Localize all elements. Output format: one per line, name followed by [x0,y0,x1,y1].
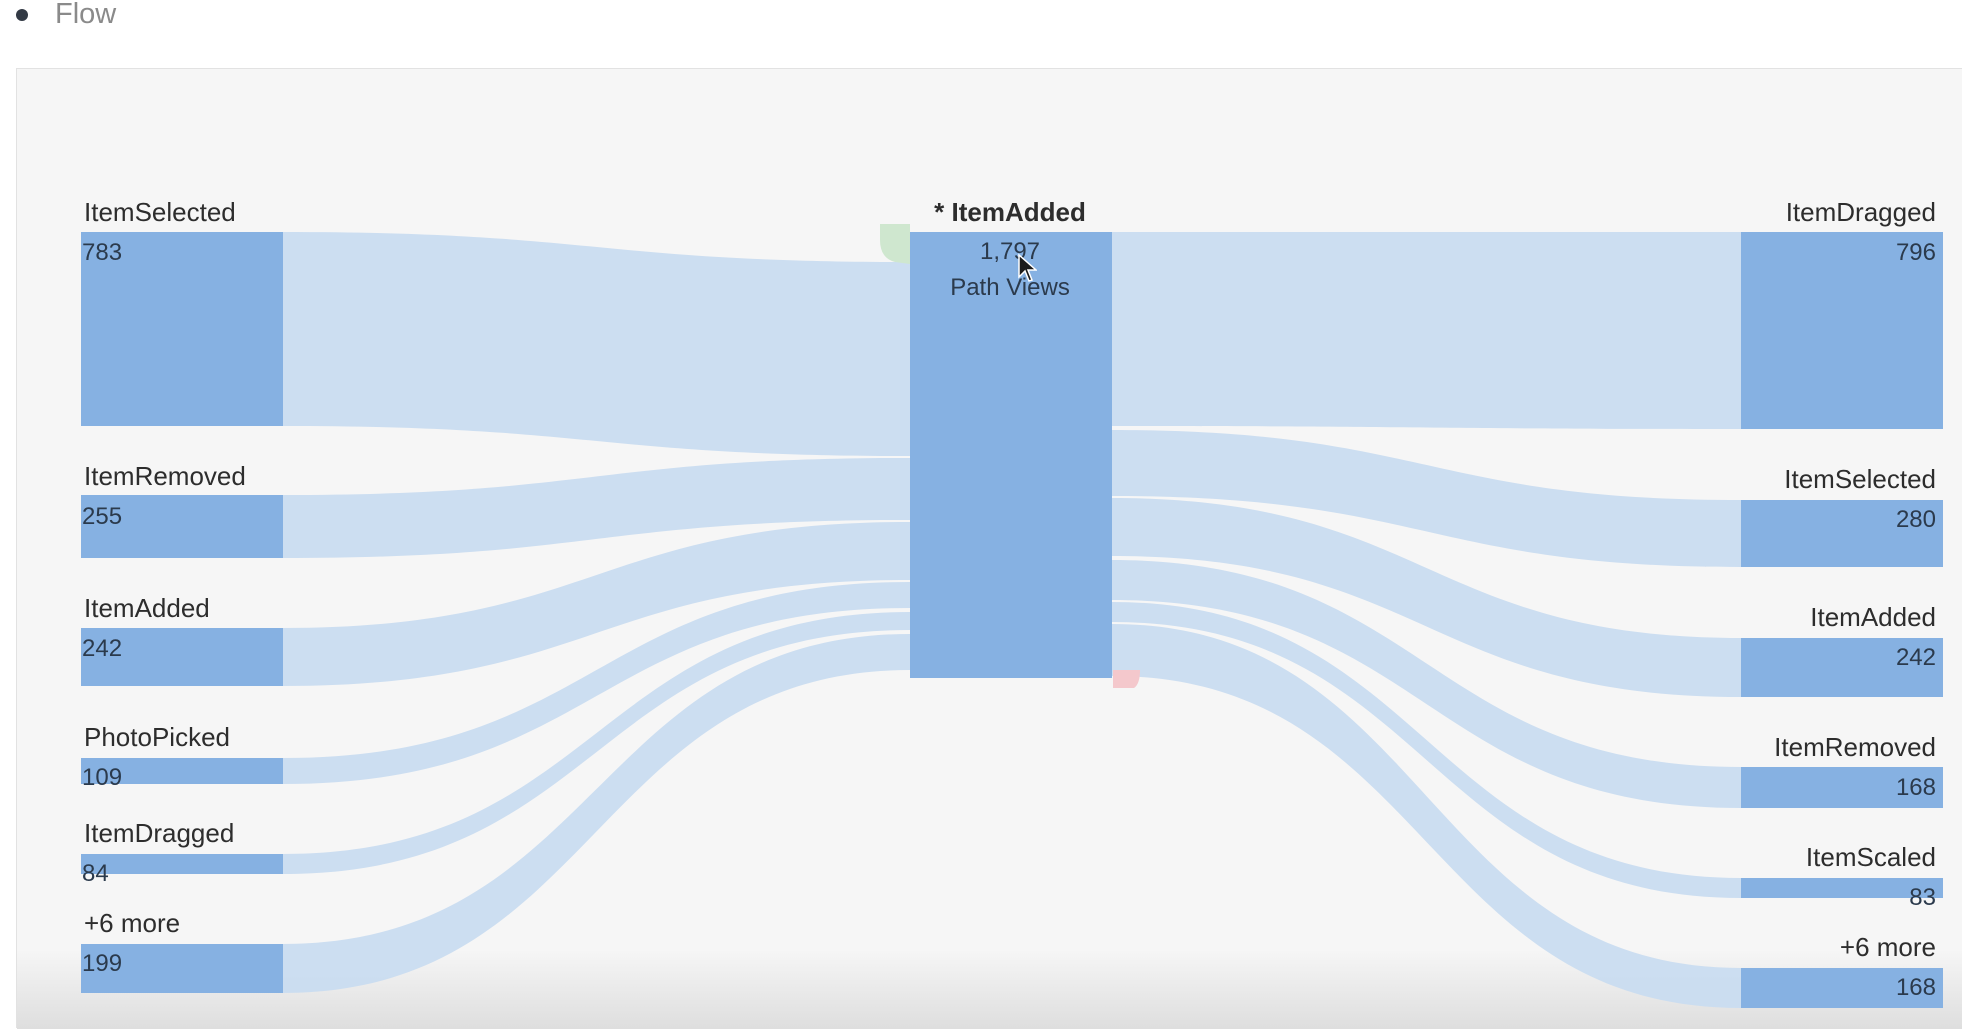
prev-node-value: 199 [82,950,123,977]
outgoing-links [1112,232,1741,1008]
prev-node-value: 84 [82,860,109,887]
prev-node-label[interactable]: ItemSelected [84,197,236,227]
mouse-pointer-icon [1018,253,1037,282]
next-node-label[interactable]: ItemRemoved [1700,732,1936,762]
next-node-label[interactable]: ItemDragged [1700,197,1936,227]
next-node-label[interactable]: ItemScaled [1700,842,1936,872]
prev-node-value: 109 [82,764,123,791]
next-node-value: 242 [1895,644,1936,671]
next-node-value: 168 [1895,974,1936,1001]
focus-node-value: 1,797 [979,238,1041,265]
previous-node-bar[interactable] [81,854,283,874]
prev-node-value: 255 [82,503,123,530]
prev-node-label[interactable]: ItemDragged [84,818,234,848]
entry-marker [880,224,910,264]
prev-node-label[interactable]: PhotoPicked [84,722,230,752]
incoming-links [283,232,910,993]
flow-diagram [81,224,1943,1008]
exit-marker [1113,670,1140,688]
prev-node-value: 242 [82,635,123,662]
next-node-value: 280 [1895,506,1936,533]
prev-node-label[interactable]: ItemRemoved [84,461,246,491]
incoming-link[interactable] [283,232,910,456]
focus-node-label[interactable]: * ItemAdded [910,197,1110,227]
next-node-label[interactable]: +6 more [1700,932,1936,962]
next-node-label[interactable]: ItemSelected [1700,464,1936,494]
next-node-value: 168 [1895,774,1936,801]
outgoing-link[interactable] [1112,232,1741,429]
prev-node-value: 783 [82,239,123,266]
prev-node-label[interactable]: ItemAdded [84,593,210,623]
next-node-value: 796 [1895,239,1936,266]
next-node-label[interactable]: ItemAdded [1700,602,1936,632]
focus-node-unit: Path Views [950,274,1070,301]
next-node-value: 83 [1909,884,1936,911]
prev-node-label[interactable]: +6 more [84,908,180,938]
